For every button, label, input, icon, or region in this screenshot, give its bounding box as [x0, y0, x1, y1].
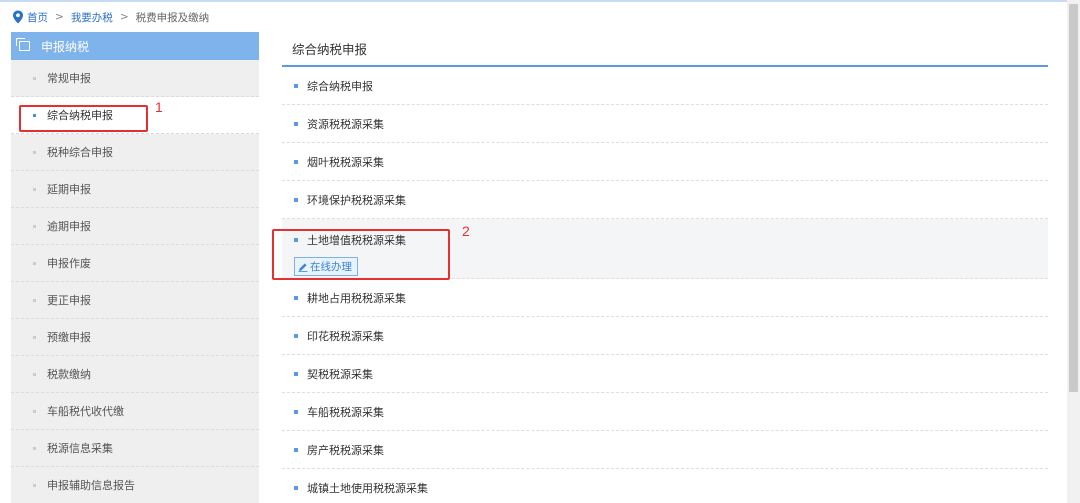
main-title: 综合纳税申报 — [282, 32, 1048, 67]
sidebar-item-yuqi[interactable]: 逾期申报 — [11, 208, 259, 245]
list-item[interactable]: 契税税源采集 — [282, 355, 1048, 393]
list-item-label: 契税税源采集 — [307, 367, 373, 381]
bullet-icon — [294, 447, 298, 452]
bullet-icon — [33, 335, 36, 339]
list-item-label: 耕地占用税税源采集 — [307, 291, 406, 305]
list-item[interactable]: 资源税税源采集 — [282, 105, 1048, 143]
list-item-label: 烟叶税税源采集 — [307, 155, 384, 169]
list-item[interactable]: 房产税税源采集 — [282, 431, 1048, 469]
bullet-icon — [33, 483, 36, 487]
list-item[interactable]: 印花税税源采集 — [282, 317, 1048, 355]
sidebar-item-label: 延期申报 — [47, 183, 91, 196]
bullet-icon — [33, 224, 36, 228]
breadcrumb-level2-link[interactable]: 我要办税 — [71, 10, 113, 25]
sidebar-item-label: 申报辅助信息报告 — [47, 479, 135, 492]
list-item[interactable]: 车船税税源采集 — [282, 393, 1048, 431]
bullet-icon — [294, 409, 298, 414]
list-item-label: 车船税税源采集 — [307, 405, 384, 419]
sidebar-item-chechuan-daishou[interactable]: 车船税代收代缴 — [11, 393, 259, 430]
bullet-icon — [294, 333, 298, 338]
bullet-icon — [33, 187, 36, 191]
sidebar-item-label: 税款缴纳 — [47, 368, 91, 381]
list-item[interactable]: 烟叶税税源采集 — [282, 143, 1048, 181]
sidebar-item-label: 常规申报 — [47, 72, 91, 85]
sidebar-item-yujiao[interactable]: 预缴申报 — [11, 319, 259, 356]
sidebar-item-fuzhu-baogao[interactable]: 申报辅助信息报告 — [11, 467, 259, 503]
sidebar-item-label: 逾期申报 — [47, 220, 91, 233]
scrollbar-thumb[interactable] — [1069, 4, 1078, 392]
sidebar: 申报纳税 常规申报 综合纳税申报 税种综合申报 延期申报 逾期申报 申报作废 更… — [11, 32, 259, 503]
bullet-icon — [294, 83, 298, 88]
sidebar-item-zuofei[interactable]: 申报作废 — [11, 245, 259, 282]
sidebar-item-label: 税源信息采集 — [47, 442, 113, 455]
list-item-label: 资源税税源采集 — [307, 117, 384, 131]
bullet-icon — [294, 371, 298, 376]
breadcrumb-separator: > — [119, 11, 129, 23]
bullet-icon — [33, 409, 36, 413]
sidebar-item-shuikuan-jiaona[interactable]: 税款缴纳 — [11, 356, 259, 393]
list-item-label: 环境保护税税源采集 — [307, 193, 406, 207]
sidebar-item-label: 预缴申报 — [47, 331, 91, 344]
sidebar-item-shuiyuan-caiji[interactable]: 税源信息采集 — [11, 430, 259, 467]
page: 首页 > 我要办税 > 税费申报及缴纳 申报纳税 常规申报 综合纳税申报 税种综… — [0, 0, 1080, 503]
list-item-label: 综合纳税申报 — [307, 79, 373, 93]
annotation-number-2: 2 — [462, 223, 470, 239]
list-item[interactable]: 综合纳税申报 — [282, 67, 1048, 105]
top-divider — [0, 0, 1080, 2]
location-pin-icon — [13, 10, 23, 24]
bullet-icon — [294, 159, 298, 164]
bullet-icon — [33, 261, 36, 265]
breadcrumb: 首页 > 我要办税 > 税费申报及缴纳 — [12, 9, 209, 25]
bullet-icon — [33, 446, 36, 450]
bullet-icon — [294, 121, 298, 126]
bullet-icon — [294, 295, 298, 300]
bullet-icon — [33, 372, 36, 376]
sidebar-item-label: 更正申报 — [47, 294, 91, 307]
list-item[interactable]: 耕地占用税税源采集 — [282, 279, 1048, 317]
sidebar-item-label: 税种综合申报 — [47, 146, 113, 159]
sidebar-item-label: 申报作废 — [47, 257, 91, 270]
sidebar-item-shuizhong-zonghe[interactable]: 税种综合申报 — [11, 134, 259, 171]
annotation-box-2 — [272, 229, 450, 280]
list-item-label: 房产税税源采集 — [307, 443, 384, 457]
breadcrumb-current: 税费申报及缴纳 — [135, 11, 210, 24]
sidebar-item-label: 车船税代收代缴 — [47, 405, 124, 418]
bullet-icon — [33, 298, 36, 302]
main-list: 综合纳税申报 资源税税源采集 烟叶税税源采集 环境保护税税源采集 土地增值税税源… — [282, 67, 1048, 503]
list-item-label: 城镇土地使用税税源采集 — [307, 481, 428, 495]
bullet-icon — [33, 150, 36, 154]
sidebar-item-gengzheng[interactable]: 更正申报 — [11, 282, 259, 319]
list-item[interactable]: 环境保护税税源采集 — [282, 181, 1048, 219]
bullet-icon — [294, 197, 298, 202]
bullet-icon — [294, 485, 298, 490]
list-item[interactable]: 城镇土地使用税税源采集 — [282, 469, 1048, 503]
list-item-label: 印花税税源采集 — [307, 329, 384, 343]
sidebar-header[interactable]: 申报纳税 — [11, 32, 259, 60]
copy-icon — [16, 38, 30, 51]
sidebar-item-changgui[interactable]: 常规申报 — [11, 60, 259, 97]
breadcrumb-home-link[interactable]: 首页 — [27, 10, 48, 25]
annotation-box-1 — [19, 105, 148, 132]
breadcrumb-separator: > — [55, 11, 64, 23]
annotation-number-1: 1 — [155, 99, 163, 115]
bullet-icon — [33, 76, 36, 80]
sidebar-item-yanqi[interactable]: 延期申报 — [11, 171, 259, 208]
sidebar-title: 申报纳税 — [41, 39, 90, 54]
